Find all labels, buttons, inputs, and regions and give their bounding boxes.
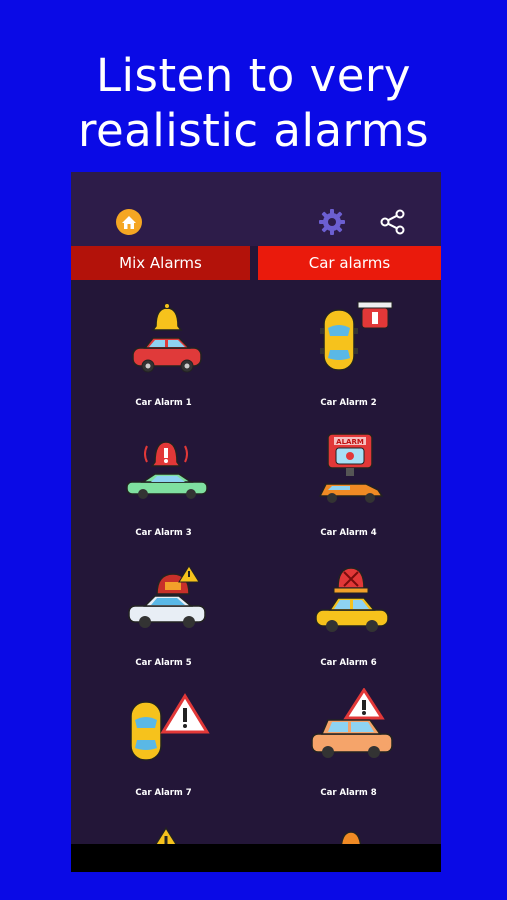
red-car-bell-icon: [132, 303, 202, 373]
tab-car-alarms[interactable]: Car alarms: [258, 246, 441, 280]
green-car-bell-icon: [126, 441, 208, 499]
alarm-label: Car Alarm 5: [135, 658, 192, 668]
yellow-car-beacon-icon: [315, 567, 389, 632]
alarm-item-5[interactable]: Car Alarm 5: [71, 550, 256, 680]
system-nav-bar: [71, 844, 441, 872]
gear-icon[interactable]: [316, 206, 348, 238]
alarm-label: Car Alarm 7: [135, 788, 192, 798]
tab-mix-alarms[interactable]: Mix Alarms: [71, 246, 250, 280]
app-screen: Mix Alarms Car alarms Car Alarm 1 Car Al…: [71, 172, 441, 872]
alarm-item-1[interactable]: Car Alarm 1: [71, 290, 256, 420]
headline-line-1: Listen to very: [95, 49, 412, 102]
alarm-item-6[interactable]: Car Alarm 6: [256, 550, 441, 680]
yellow-car-siren-icon: [320, 301, 393, 371]
alarm-label: Car Alarm 2: [320, 398, 377, 408]
alarm-item-3[interactable]: Car Alarm 3: [71, 420, 256, 550]
alarm-label: Car Alarm 8: [320, 788, 377, 798]
home-icon[interactable]: [113, 206, 145, 238]
alarm-label: Car Alarm 4: [320, 528, 377, 538]
promo-headline: Listen to very realistic alarms: [0, 48, 507, 158]
share-icon[interactable]: [377, 206, 409, 238]
headline-line-2: realistic alarms: [77, 104, 430, 157]
alarm-label: Car Alarm 3: [135, 528, 192, 538]
alarm-item-7[interactable]: Car Alarm 7: [71, 680, 256, 810]
alarm-item-4[interactable]: ALARM Car Alarm 4: [256, 420, 441, 550]
app-bar: [71, 172, 441, 246]
tab-car-alarms-label: Car alarms: [308, 254, 391, 272]
alarm-item-8[interactable]: Car Alarm 8: [256, 680, 441, 810]
svg-text:ALARM: ALARM: [336, 438, 364, 446]
tab-mix-alarms-label: Mix Alarms: [119, 254, 202, 272]
alarm-label: Car Alarm 1: [135, 398, 192, 408]
orange-car-alarm-sign-icon: ALARM: [318, 433, 384, 503]
alarm-item-2[interactable]: Car Alarm 2: [256, 290, 441, 420]
alarm-label: Car Alarm 6: [320, 658, 377, 668]
orange-suv-triangle-icon: [311, 688, 393, 758]
white-car-warning-icon: [128, 565, 206, 628]
yellow-car-triangle-icon: [130, 693, 210, 761]
